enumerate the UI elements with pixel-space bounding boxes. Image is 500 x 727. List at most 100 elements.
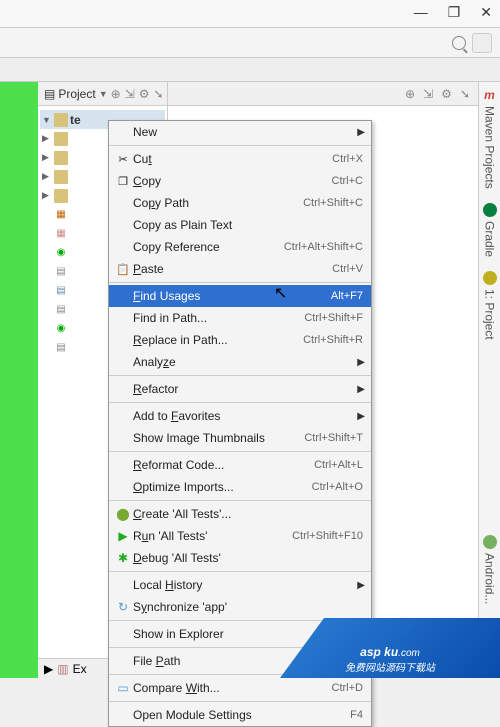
menu-shortcut: Ctrl+X [332,153,363,165]
menu-item-copy-reference[interactable]: Copy ReferenceCtrl+Alt+Shift+C [109,236,371,258]
library-icon: ▥ [57,662,68,676]
menu-item-label: Synchronize 'app' [133,600,363,614]
menu-item-label: Find in Path... [133,311,304,325]
file-icon: ▦ [54,208,68,222]
menu-item-label: Add to Favorites [133,409,363,423]
menu-item-copy-as-plain-text[interactable]: Copy as Plain Text [109,214,371,236]
folder-icon [54,113,68,127]
gear-icon[interactable]: ⚙ [139,87,150,101]
maximize-button[interactable]: ❐ [448,4,461,21]
tree-root-label: te [70,113,81,127]
cmp-icon: ▭ [113,681,133,695]
menu-item-synchronize-app[interactable]: ↻Synchronize 'app' [109,596,371,618]
menu-shortcut: Ctrl+Shift+T [304,432,363,444]
❐-icon: ❐ [113,175,133,188]
menu-item-debug-all-tests[interactable]: ✱Debug 'All Tests' [109,547,371,569]
menu-item-label: Compare With... [133,681,332,695]
menu-shortcut: F4 [350,709,363,721]
menu-item-label: Copy as Plain Text [133,218,363,232]
sync-icon: ↻ [113,600,133,614]
menu-item-refactor[interactable]: Refactor▶ [109,378,371,400]
menu-item-show-image-thumbnails[interactable]: Show Image ThumbnailsCtrl+Shift+T [109,427,371,449]
menu-item-label: File Path [133,654,301,668]
folder-icon [54,189,68,203]
menu-item-label: Run 'All Tests' [133,529,292,543]
submenu-arrow-icon: ▶ [357,580,365,591]
project-pane-header[interactable]: ▤ Project ▼ ⊕ ⇲ ⚙ ➘ [38,82,167,106]
menu-item-run-all-tests[interactable]: ▶Run 'All Tests'Ctrl+Shift+F10 [109,525,371,547]
menu-item-find-usages[interactable]: Find UsagesAlt+F7 [109,285,371,307]
right-tool-tabs: mMaven Projects Gradle 1: Project Androi… [478,82,500,678]
close-button[interactable]: ✕ [480,4,492,21]
menu-item-label: Paste [133,262,332,276]
file-icon: ▦ [54,227,68,241]
tab-project[interactable]: 1: Project [481,267,499,344]
menu-item-cut[interactable]: ✂CutCtrl+X [109,148,371,170]
chevron-down-icon[interactable]: ▼ [99,89,108,99]
submenu-arrow-icon: ▶ [357,357,365,368]
droid-icon: ⬤ [113,507,133,521]
file-icon: ▤ [54,341,68,355]
folder-icon [54,151,68,165]
menu-item-find-in-path[interactable]: Find in Path...Ctrl+Shift+F [109,307,371,329]
collapse-icon[interactable]: ⇲ [125,87,135,101]
run-icon: ▶ [113,529,133,543]
menu-item-label: Refactor [133,382,363,396]
gradle-file-icon: ◉ [54,322,68,336]
external-libs-label: Ex [73,662,87,676]
user-avatar[interactable] [472,33,492,53]
menu-item-label: Analyze [133,355,363,369]
menu-item-analyze[interactable]: Analyze▶ [109,351,371,373]
target-icon[interactable]: ⊕ [405,87,415,101]
menu-item-label: New [133,125,363,139]
minimize-button[interactable]: — [414,4,428,21]
maven-icon: m [484,88,495,102]
gradle-icon [483,203,497,217]
search-icon[interactable] [452,36,466,50]
file-icon: ▤ [54,303,68,317]
menu-item-add-to-favorites[interactable]: Add to Favorites▶ [109,405,371,427]
menu-shortcut: Ctrl+Alt+Shift+C [284,241,363,253]
target-icon[interactable]: ⊕ [111,87,121,101]
collapse-icon[interactable]: ⇲ [423,87,433,101]
menu-item-compare-with[interactable]: ▭Compare With...Ctrl+D [109,677,371,699]
bug-icon: ✱ [113,551,133,565]
gear-icon[interactable]: ⚙ [441,87,452,101]
menu-item-create-all-tests[interactable]: ⬤Create 'All Tests'... [109,503,371,525]
menu-shortcut: Ctrl+C [332,175,363,187]
✂-icon: ✂ [113,153,133,166]
menu-item-reformat-code[interactable]: Reformat Code...Ctrl+Alt+L [109,454,371,476]
tab-maven[interactable]: mMaven Projects [481,84,499,193]
title-bar: — ❐ ✕ [0,0,500,28]
project-icon [483,271,497,285]
menu-item-replace-in-path[interactable]: Replace in Path...Ctrl+Shift+R [109,329,371,351]
menu-item-copy[interactable]: ❐CopyCtrl+C [109,170,371,192]
menu-item-label: Replace in Path... [133,333,303,347]
menu-shortcut: Ctrl+Shift+F10 [292,530,363,542]
main-toolbar [0,28,500,58]
menu-item-open-module-settings[interactable]: Open Module SettingsF4 [109,704,371,726]
tab-gradle[interactable]: Gradle [481,199,499,261]
project-pane-title: Project [58,87,95,101]
menu-item-paste[interactable]: 📋PasteCtrl+V [109,258,371,280]
menu-item-label: Cut [133,152,332,166]
📋-icon: 📋 [113,263,133,276]
menu-item-label: Reformat Code... [133,458,314,472]
file-icon: ▤ [54,265,68,279]
menu-item-label: Local History [133,578,363,592]
menu-item-label: Copy Path [133,196,303,210]
hide-icon[interactable]: ➘ [460,87,470,101]
tab-android[interactable]: Android... [481,531,499,608]
hide-icon[interactable]: ➘ [154,87,164,101]
menu-item-label: Copy [133,174,332,188]
menu-item-label: Create 'All Tests'... [133,507,363,521]
menu-item-copy-path[interactable]: Copy PathCtrl+Shift+C [109,192,371,214]
folder-icon [54,132,68,146]
menu-item-label: Debug 'All Tests' [133,551,363,565]
menu-item-optimize-imports[interactable]: Optimize Imports...Ctrl+Alt+O [109,476,371,498]
menu-shortcut: Ctrl+Alt+O [312,481,363,493]
menu-item-new[interactable]: New▶ [109,121,371,143]
breadcrumb-bar [0,58,500,82]
menu-item-local-history[interactable]: Local History▶ [109,574,371,596]
menu-shortcut: Ctrl+Shift+C [303,197,363,209]
